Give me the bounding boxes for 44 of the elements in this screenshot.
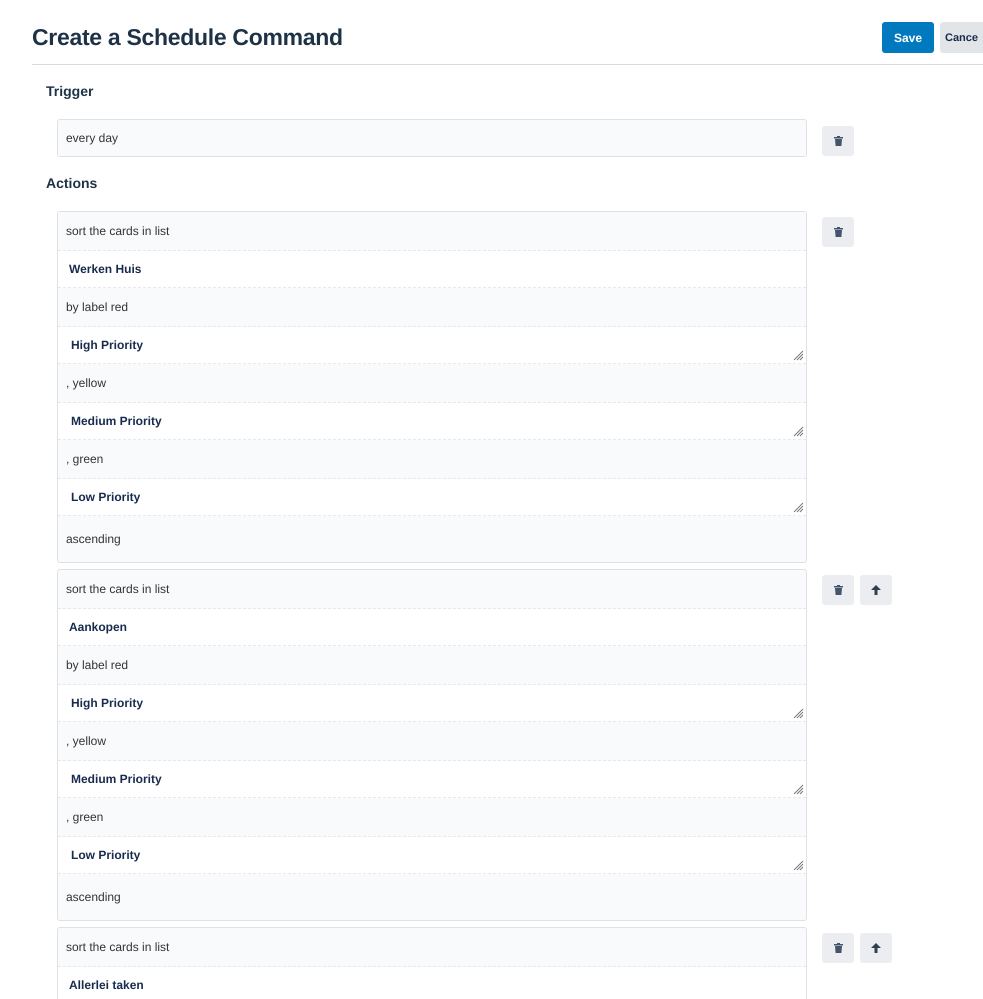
section-heading: Trigger: [46, 83, 94, 101]
delete-button[interactable]: [822, 575, 854, 605]
action-text: ascending: [66, 890, 121, 904]
action-text: , yellow: [66, 376, 106, 390]
label-name[interactable]: Low Priority: [71, 848, 140, 862]
action-text: sort the cards in list: [66, 940, 170, 954]
delete-button[interactable]: [822, 217, 854, 247]
trash-icon: [834, 227, 842, 237]
delete-button[interactable]: [822, 933, 854, 963]
trash-icon: [834, 585, 842, 595]
action-text: , yellow: [66, 734, 106, 748]
list-name[interactable]: Aankopen: [69, 620, 128, 634]
trigger-field[interactable]: every day: [57, 119, 807, 157]
move-up-button[interactable]: [860, 575, 892, 605]
action-text: by label red: [66, 300, 128, 314]
label-name[interactable]: Medium Priority: [71, 772, 162, 786]
label-name[interactable]: High Priority: [71, 338, 144, 352]
trash-icon: [834, 136, 842, 146]
label-name[interactable]: High Priority: [71, 696, 144, 710]
action-text: , green: [66, 452, 104, 466]
label-name[interactable]: Medium Priority: [71, 414, 162, 428]
label-name[interactable]: Low Priority: [71, 490, 140, 504]
trash-icon: [834, 943, 842, 953]
save-button[interactable]: Save: [882, 22, 934, 53]
action-text: , green: [66, 810, 104, 824]
section-heading: Actions: [46, 175, 98, 193]
resize-handle-icon[interactable]: [793, 784, 804, 795]
resize-handle-icon[interactable]: [793, 502, 804, 513]
resize-handle-icon[interactable]: [793, 860, 804, 871]
resize-handle-icon[interactable]: [793, 350, 804, 361]
resize-handle-icon[interactable]: [793, 426, 804, 437]
action-text: by label red: [66, 658, 128, 672]
move-up-button[interactable]: [860, 933, 892, 963]
action-text: sort the cards in list: [66, 582, 170, 596]
action-text: sort the cards in list: [66, 224, 170, 238]
resize-handle-icon[interactable]: [793, 708, 804, 719]
action-text: ascending: [66, 532, 121, 546]
list-name[interactable]: Werken Huis: [69, 262, 142, 276]
page-title: Create a Schedule Command: [32, 24, 343, 51]
delete-button[interactable]: [822, 126, 854, 156]
list-name[interactable]: Allerlei taken: [69, 978, 144, 992]
cancel-button[interactable]: Cance: [940, 22, 983, 53]
arrow-up-icon: [871, 585, 881, 595]
arrow-up-icon: [871, 943, 881, 953]
